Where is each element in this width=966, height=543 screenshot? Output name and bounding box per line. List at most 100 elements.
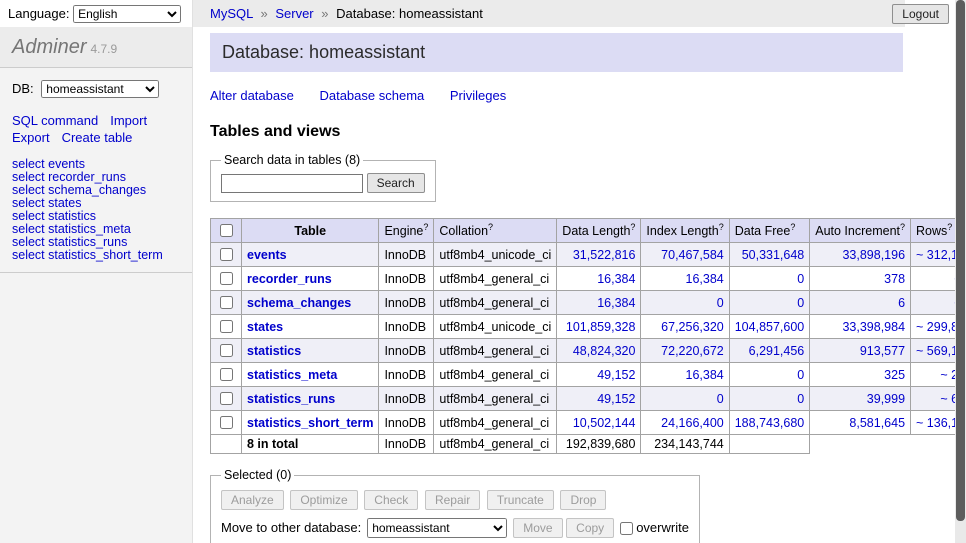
- overwrite-label: overwrite: [636, 520, 689, 535]
- row-checkbox[interactable]: [220, 248, 233, 261]
- sidebar-select-statistics-short-term[interactable]: select statistics_short_term: [12, 249, 180, 262]
- table-name-link[interactable]: states: [247, 320, 283, 334]
- collation-cell: utf8mb4_general_ci: [434, 387, 557, 411]
- row-checkbox[interactable]: [220, 320, 233, 333]
- create-table-link[interactable]: Create table: [62, 130, 133, 145]
- rows-cell[interactable]: ~ 312,180: [911, 243, 955, 267]
- scrollbar-thumb[interactable]: [956, 0, 965, 521]
- analyze-button[interactable]: Analyze: [221, 490, 284, 510]
- sql-command-link[interactable]: SQL command: [12, 113, 98, 128]
- selected-legend: Selected (0): [221, 468, 294, 482]
- table-name-link[interactable]: statistics: [247, 344, 301, 358]
- search-button[interactable]: Search: [367, 173, 425, 193]
- rows-cell[interactable]: ~ 136,108: [911, 411, 955, 435]
- auto-increment-cell: 378: [810, 267, 911, 291]
- index-length-cell: 72,220,672: [641, 339, 729, 363]
- index-length-cell: 67,256,320: [641, 315, 729, 339]
- engine-cell: InnoDB: [379, 291, 434, 315]
- tables-heading: Tables and views: [210, 123, 955, 141]
- check-button[interactable]: Check: [364, 490, 418, 510]
- total-data-length: 192,839,680: [557, 435, 641, 454]
- move-database-select[interactable]: homeassistant: [367, 518, 507, 538]
- table-name-link[interactable]: recorder_runs: [247, 272, 332, 286]
- col-data-free[interactable]: Data Free?: [729, 219, 810, 243]
- row-checkbox[interactable]: [220, 296, 233, 309]
- engine-cell: InnoDB: [379, 387, 434, 411]
- database-schema-link[interactable]: Database schema: [319, 88, 424, 103]
- col-collation[interactable]: Collation?: [434, 219, 557, 243]
- app-version: 4.7.9: [90, 42, 117, 56]
- col-index-length[interactable]: Index Length?: [641, 219, 729, 243]
- col-auto-increment[interactable]: Auto Increment?: [810, 219, 911, 243]
- optimize-button[interactable]: Optimize: [290, 490, 357, 510]
- table-row: statistics InnoDB utf8mb4_general_ci 48,…: [211, 339, 956, 363]
- rows-cell[interactable]: ~ 299,833: [911, 315, 955, 339]
- col-engine[interactable]: Engine?: [379, 219, 434, 243]
- logout-button[interactable]: Logout: [892, 4, 949, 24]
- data-free-cell: 50,331,648: [729, 243, 810, 267]
- select-all-checkbox[interactable]: [220, 224, 233, 237]
- collation-cell: utf8mb4_general_ci: [434, 267, 557, 291]
- breadcrumb: MySQL » Server » Database: homeassistant: [193, 0, 905, 27]
- index-length-cell: 24,166,400: [641, 411, 729, 435]
- data-length-cell: 101,859,328: [557, 315, 641, 339]
- auto-increment-cell: 325: [810, 363, 911, 387]
- export-link[interactable]: Export: [12, 130, 50, 145]
- data-length-cell: 49,152: [557, 387, 641, 411]
- index-length-cell: 16,384: [641, 267, 729, 291]
- data-free-cell: 0: [729, 363, 810, 387]
- rows-cell[interactable]: ~ 3: [911, 291, 955, 315]
- db-select[interactable]: homeassistant: [41, 80, 159, 98]
- rows-cell[interactable]: ~ 569,159: [911, 339, 955, 363]
- engine-cell: InnoDB: [379, 243, 434, 267]
- total-index-length: 234,143,744: [641, 435, 729, 454]
- table-total-row: 8 in total InnoDB utf8mb4_general_ci 192…: [211, 435, 956, 454]
- sidebar: Language: English Adminer4.7.9 DB: homea…: [0, 0, 193, 543]
- row-checkbox[interactable]: [220, 392, 233, 405]
- total-collation: utf8mb4_general_ci: [434, 435, 557, 454]
- col-data-length[interactable]: Data Length?: [557, 219, 641, 243]
- breadcrumb-mysql-link[interactable]: MySQL: [210, 6, 253, 21]
- table-row: states InnoDB utf8mb4_unicode_ci 101,859…: [211, 315, 956, 339]
- repair-button[interactable]: Repair: [425, 490, 480, 510]
- privileges-link[interactable]: Privileges: [450, 88, 506, 103]
- copy-button[interactable]: Copy: [566, 518, 614, 538]
- row-checkbox[interactable]: [220, 272, 233, 285]
- app-title: Adminer4.7.9: [0, 27, 192, 68]
- language-select[interactable]: English: [73, 5, 181, 23]
- index-length-cell: 0: [641, 387, 729, 411]
- data-free-cell: 0: [729, 387, 810, 411]
- import-link[interactable]: Import: [110, 113, 147, 128]
- table-name-link[interactable]: statistics_meta: [247, 368, 337, 382]
- collation-cell: utf8mb4_general_ci: [434, 363, 557, 387]
- collation-cell: utf8mb4_general_ci: [434, 339, 557, 363]
- truncate-button[interactable]: Truncate: [487, 490, 554, 510]
- sidebar-menu: Adminer4.7.9 DB: homeassistant SQL comma…: [0, 27, 192, 543]
- overwrite-checkbox[interactable]: [620, 522, 633, 535]
- row-checkbox[interactable]: [220, 344, 233, 357]
- col-rows[interactable]: Rows?: [911, 219, 955, 243]
- auto-increment-cell: 33,398,984: [810, 315, 911, 339]
- table-name-link[interactable]: events: [247, 248, 287, 262]
- alter-database-link[interactable]: Alter database: [210, 88, 294, 103]
- topbar: MySQL » Server » Database: homeassistant…: [193, 0, 955, 27]
- row-checkbox[interactable]: [220, 368, 233, 381]
- rows-cell[interactable]: ~ 244: [911, 363, 955, 387]
- data-length-cell: 16,384: [557, 291, 641, 315]
- db-selector-row: DB: homeassistant: [0, 68, 192, 102]
- drop-button[interactable]: Drop: [560, 490, 606, 510]
- rows-cell[interactable]: ~ 628: [911, 387, 955, 411]
- row-checkbox[interactable]: [220, 416, 233, 429]
- engine-cell: InnoDB: [379, 363, 434, 387]
- table-name-link[interactable]: schema_changes: [247, 296, 351, 310]
- index-length-cell: 0: [641, 291, 729, 315]
- rows-cell[interactable]: ~ 5: [911, 267, 955, 291]
- table-name-link[interactable]: statistics_short_term: [247, 416, 373, 430]
- page-title: Database: homeassistant: [210, 33, 903, 72]
- search-input[interactable]: [221, 174, 363, 193]
- move-button[interactable]: Move: [513, 518, 562, 538]
- collation-cell: utf8mb4_general_ci: [434, 291, 557, 315]
- table-name-link[interactable]: statistics_runs: [247, 392, 335, 406]
- breadcrumb-server-link[interactable]: Server: [275, 6, 313, 21]
- vertical-scrollbar[interactable]: [955, 0, 966, 543]
